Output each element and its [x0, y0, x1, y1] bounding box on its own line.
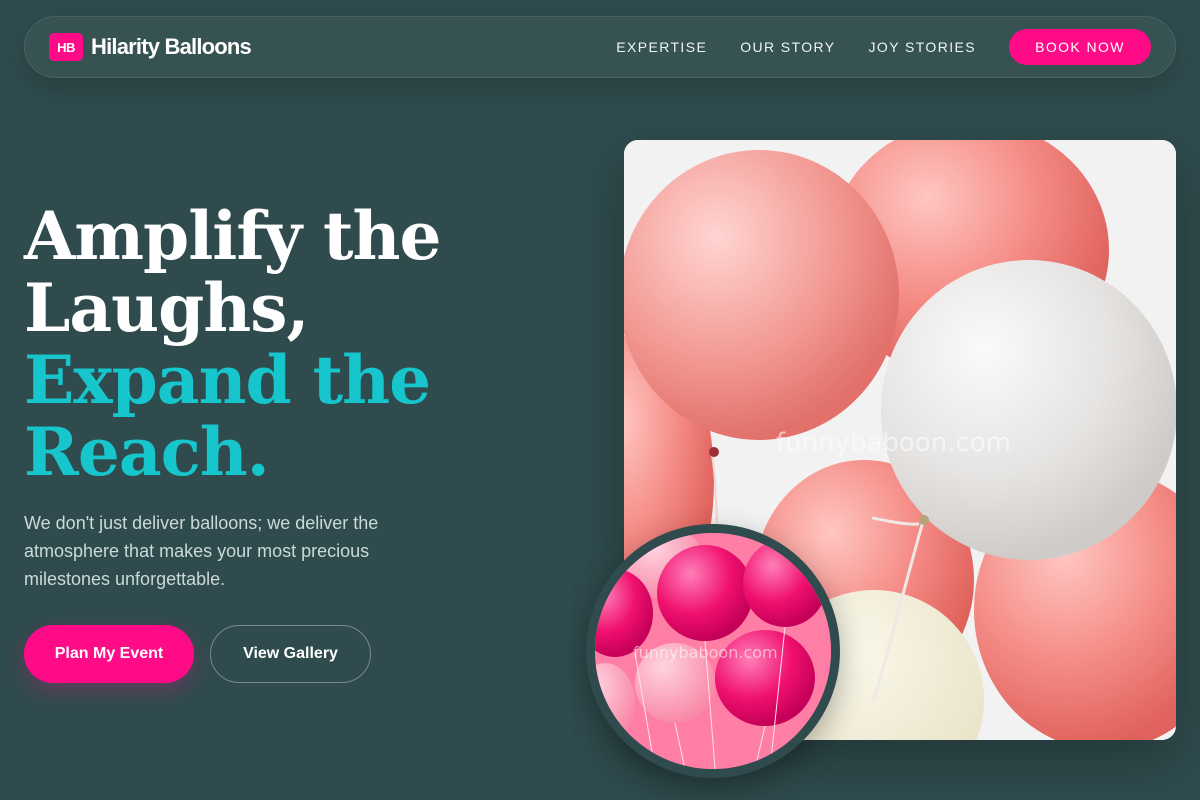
hero-title: Amplify the Laughs, Expand the Reach.: [24, 200, 584, 488]
hero-title-line-2: Laughs,: [24, 269, 309, 347]
photo-watermark: funnybaboon.com: [776, 428, 1012, 458]
top-navigation-bar: HB Hilarity Balloons EXPERTISE OUR STORY…: [24, 16, 1176, 78]
brand-name: Hilarity Balloons: [91, 34, 252, 59]
nav-link-joy-stories[interactable]: JOY STORIES: [869, 39, 976, 55]
circle-photo-watermark: funnybaboon.com: [633, 643, 778, 662]
brand-logo[interactable]: HB Hilarity Balloons: [49, 33, 252, 61]
hero-description: We don't just deliver balloons; we deliv…: [24, 513, 379, 589]
hero-title-line-3: Expand the: [24, 341, 431, 419]
plan-my-event-button[interactable]: Plan My Event: [24, 625, 194, 683]
nav-link-expertise[interactable]: EXPERTISE: [616, 39, 707, 55]
hero-title-line-1: Amplify the: [24, 197, 442, 275]
book-now-button[interactable]: BOOK NOW: [1009, 29, 1151, 65]
logo-badge: HB: [49, 33, 83, 61]
nav-link-our-story[interactable]: OUR STORY: [740, 39, 835, 55]
view-gallery-button[interactable]: View Gallery: [210, 625, 371, 683]
circle-balloon-photo: funnybaboon.com: [586, 524, 840, 778]
hero-title-line-4: Reach.: [24, 413, 270, 491]
nav-links: EXPERTISE OUR STORY JOY STORIES: [616, 39, 976, 55]
